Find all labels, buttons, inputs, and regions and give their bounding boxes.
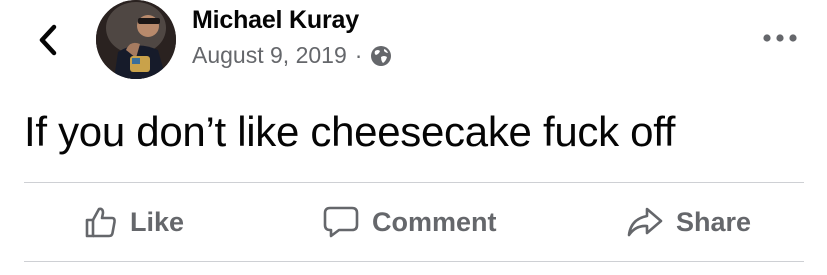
more-horizontal-icon (763, 34, 797, 42)
post-text: If you don’t like cheesecake fuck off (24, 108, 676, 155)
divider (24, 261, 804, 262)
meta-separator: · (354, 42, 363, 68)
action-bar: Like Comment Share (24, 183, 804, 261)
share-icon (626, 205, 664, 239)
share-button[interactable]: Share (626, 183, 751, 261)
back-button[interactable] (30, 20, 66, 60)
comment-button[interactable]: Comment (322, 183, 497, 261)
chevron-left-icon (39, 24, 57, 56)
author-name[interactable]: Michael Kuray (192, 6, 359, 35)
thumbs-up-icon (84, 205, 118, 239)
avatar[interactable] (96, 0, 176, 79)
comment-icon (322, 205, 360, 239)
post-meta: August 9, 2019 · (192, 42, 392, 69)
avatar-photo (96, 0, 176, 79)
like-label: Like (130, 206, 185, 237)
globe-icon (370, 45, 392, 67)
post-date[interactable]: August 9, 2019 (192, 42, 347, 69)
more-options-button[interactable] (760, 26, 800, 50)
post-card: Michael Kuray August 9, 2019 · If you do… (0, 0, 827, 275)
like-button[interactable]: Like (84, 183, 184, 261)
share-label: Share (676, 206, 752, 237)
comment-label: Comment (372, 206, 497, 237)
